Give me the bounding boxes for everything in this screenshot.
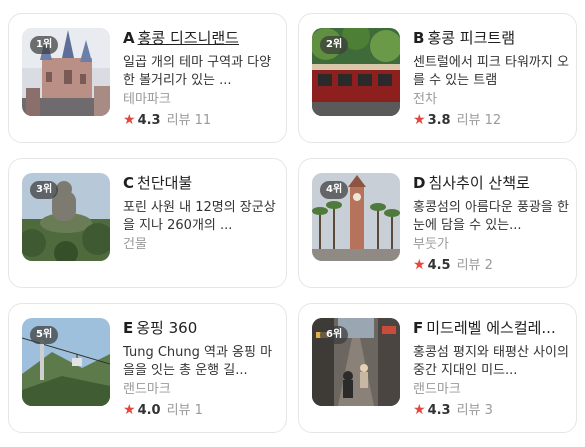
place-name-link[interactable]: 천단대불 (137, 174, 192, 192)
review-label: 리뷰 (166, 113, 191, 128)
place-category: 부둣가 (413, 237, 449, 252)
place-title[interactable]: C 천단대불 (123, 173, 279, 193)
place-card-c[interactable]: 3위 C 천단대불 포린 사원 내 12명의 장군상을 지나 260개의 ... … (8, 158, 287, 288)
place-category: 테마파크 (123, 92, 171, 107)
place-description: 포린 사원 내 12명의 장군상을 지나 260개의 ... (123, 200, 276, 233)
rank-badge: 1위 (30, 36, 59, 54)
star-icon: ★ (413, 112, 426, 128)
place-category: 랜드마크 (413, 382, 461, 397)
review-label: 리뷰 (456, 258, 481, 273)
star-icon: ★ (413, 402, 426, 418)
marker-letter: A (123, 29, 135, 47)
marker-letter: D (413, 174, 426, 192)
place-name-link[interactable]: 홍콩 피크트램 (427, 29, 515, 47)
place-card-f[interactable]: 6위 F 미드레벨 에스컬레... 홍콩섬 평지와 태평산 사이의 중간 지대인 … (298, 303, 577, 433)
place-description: 홍콩섬 평지와 태평산 사이의 중간 지대인 미드... (413, 345, 569, 378)
place-title[interactable]: F 미드레벨 에스컬레... (413, 318, 569, 338)
place-name-link[interactable]: 미드레벨 에스컬레... (426, 319, 555, 337)
review-label: 리뷰 (456, 403, 481, 418)
rank-badge: 5위 (30, 326, 59, 344)
place-description: 센트럴에서 피크 타워까지 오를 수 있는 트램 (413, 55, 569, 88)
place-category: 건물 (123, 237, 147, 252)
star-icon: ★ (413, 257, 426, 273)
rank-badge: 6위 (320, 326, 349, 344)
place-rating: ★ 4.5 리뷰 2 (413, 256, 569, 275)
place-card-e[interactable]: 5위 E 옹핑 360 Tung Chung 역과 옹핑 마을을 잇는 총 운행 … (8, 303, 287, 433)
cable-car-photo[interactable]: 5위 (22, 318, 110, 406)
star-icon: ★ (123, 112, 136, 128)
review-label: 리뷰 (166, 403, 191, 418)
rank-badge: 3위 (30, 181, 59, 199)
place-title[interactable]: B 홍콩 피크트램 (413, 28, 569, 48)
marker-letter: E (123, 319, 134, 337)
review-label: 리뷰 (456, 113, 481, 128)
place-rating: ★ 4.3 리뷰 3 (413, 401, 569, 420)
place-description: 일곱 개의 테마 구역과 다양한 볼거리가 있는 ... (123, 55, 272, 88)
review-number: 1 (194, 403, 203, 418)
rating-score: 4.3 (427, 403, 451, 418)
marker-letter: C (123, 174, 135, 192)
disneyland-castle-photo[interactable]: 1위 (22, 28, 110, 116)
big-buddha-photo[interactable]: 3위 (22, 173, 110, 261)
place-category: 랜드마크 (123, 382, 171, 397)
place-title[interactable]: E 옹핑 360 (123, 318, 279, 338)
review-number: 12 (484, 113, 502, 128)
review-count[interactable]: 리뷰 12 (457, 113, 502, 128)
star-icon: ★ (123, 402, 136, 418)
review-count[interactable]: 리뷰 1 (167, 403, 203, 418)
rating-score: 4.5 (427, 258, 451, 273)
clock-tower-photo[interactable]: 4위 (312, 173, 400, 261)
place-rating: ★ 4.3 리뷰 11 (123, 111, 279, 130)
escalator-street-photo[interactable]: 6위 (312, 318, 400, 406)
peak-tram-photo[interactable]: 2위 (312, 28, 400, 116)
place-name-link[interactable]: 옹핑 360 (136, 319, 197, 337)
place-rating: ★ 4.0 리뷰 1 (123, 401, 279, 420)
place-name-link[interactable]: 홍콩 디즈니랜드 (138, 29, 239, 47)
place-card-a[interactable]: 1위 A 홍콩 디즈니랜드 일곱 개의 테마 구역과 다양한 볼거리가 있는 ..… (8, 13, 287, 143)
place-list: 1위 A 홍콩 디즈니랜드 일곱 개의 테마 구역과 다양한 볼거리가 있는 ..… (0, 0, 585, 447)
review-number: 3 (484, 403, 493, 418)
place-description: Tung Chung 역과 옹핑 마을을 잇는 총 운행 길... (123, 345, 273, 378)
rank-badge: 2위 (320, 36, 349, 54)
rank-badge: 4위 (320, 181, 349, 199)
place-category: 전차 (413, 92, 437, 107)
place-card-d[interactable]: 4위 D 침사추이 산책로 홍콩섬의 아름다운 풍광을 한눈에 담을 수 있는..… (298, 158, 577, 288)
rating-score: 4.3 (137, 113, 161, 128)
review-count[interactable]: 리뷰 3 (457, 403, 493, 418)
place-rating: ★ 3.8 리뷰 12 (413, 111, 569, 130)
marker-letter: B (413, 29, 425, 47)
review-count[interactable]: 리뷰 2 (457, 258, 493, 273)
place-name-link[interactable]: 침사추이 산책로 (428, 174, 529, 192)
rating-score: 4.0 (137, 403, 161, 418)
review-count[interactable]: 리뷰 11 (167, 113, 212, 128)
place-card-b[interactable]: 2위 B 홍콩 피크트램 센트럴에서 피크 타워까지 오를 수 있는 트램 전차 … (298, 13, 577, 143)
place-description: 홍콩섬의 아름다운 풍광을 한눈에 담을 수 있는... (413, 200, 569, 233)
review-number: 2 (484, 258, 493, 273)
rating-score: 3.8 (427, 113, 451, 128)
place-title[interactable]: A 홍콩 디즈니랜드 (123, 28, 279, 48)
marker-letter: F (413, 319, 424, 337)
review-number: 11 (194, 113, 212, 128)
place-title[interactable]: D 침사추이 산책로 (413, 173, 569, 193)
